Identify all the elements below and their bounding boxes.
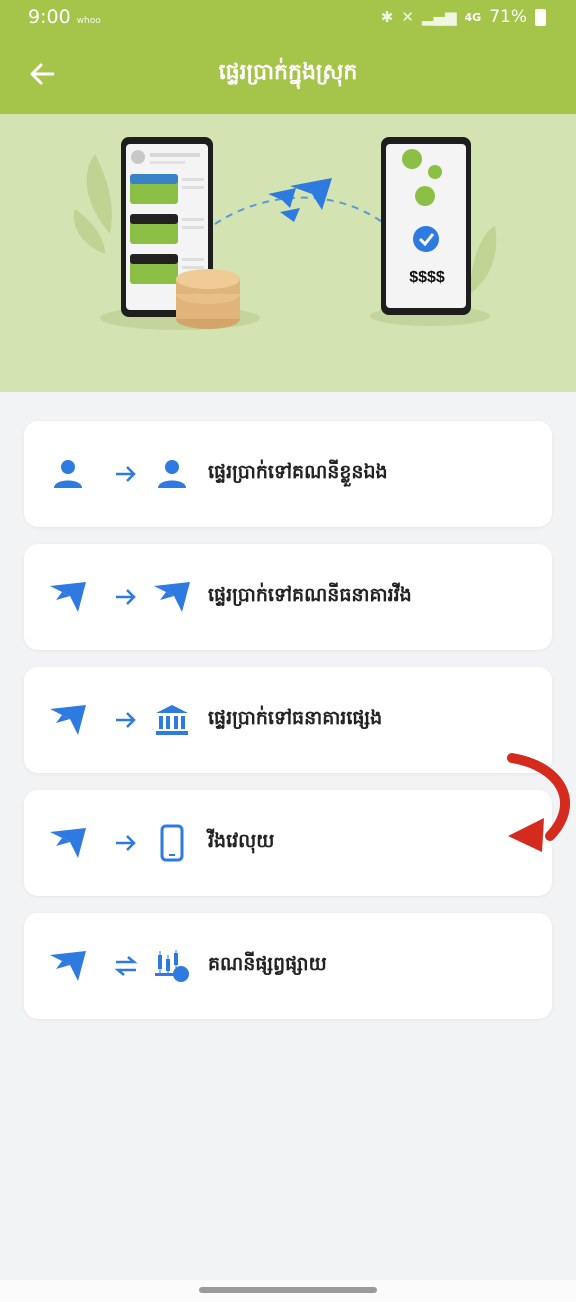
transfer-illustration: $$$$ bbox=[73, 137, 497, 330]
menu-item-promo-account[interactable]: គណនីផ្សព្វផ្សាយ bbox=[24, 913, 552, 1019]
menu-item-label: ផ្ទេរប្រាក់ទៅគណនីខ្លួនឯង bbox=[208, 461, 388, 483]
wing-bird-icon bbox=[46, 698, 90, 742]
coin-stack-icon bbox=[176, 269, 240, 329]
page-title: ផ្ទេរប្រាក់ក្នុងស្រុក bbox=[218, 60, 358, 85]
arrow-right-icon bbox=[104, 452, 148, 496]
bank-icon bbox=[150, 698, 194, 742]
bluetooth-icon: ✱ bbox=[380, 8, 394, 26]
battery-percent: 71% bbox=[489, 7, 527, 27]
carrier-label: whoo bbox=[76, 16, 101, 26]
wing-bird-icon bbox=[150, 575, 194, 619]
menu-item-other-bank[interactable]: ផ្ទេរប្រាក់ទៅធនាគារផ្សេង bbox=[24, 667, 552, 773]
user-icon bbox=[150, 452, 194, 496]
menu-item-label: ផ្ទេរប្រាក់ទៅគណនីធនាគារវីង bbox=[208, 584, 412, 606]
app-bar: ផ្ទេរប្រាក់ក្នុងស្រុក bbox=[0, 34, 576, 114]
leaf-right-icon bbox=[470, 226, 497, 294]
wing-bird-icon bbox=[46, 575, 90, 619]
swap-arrows-icon bbox=[104, 944, 148, 988]
menu-item-wing-money[interactable]: វីងវេលុយ bbox=[24, 790, 552, 896]
leaf-left-icon bbox=[73, 154, 112, 254]
status-bar: 9:00 whoo ✱ ✕ ▂▄▆ 4G 71% bbox=[0, 0, 576, 34]
wing-bird-icon bbox=[46, 821, 90, 865]
wing-bird-icon bbox=[46, 944, 90, 988]
menu-item-own-account[interactable]: ផ្ទេរប្រាក់ទៅគណនីខ្លួនឯង bbox=[24, 421, 552, 527]
back-button[interactable] bbox=[26, 58, 58, 90]
transfer-menu: ផ្ទេរប្រាក់ទៅគណនីខ្លួនឯង ផ្ទេរប្រាក់ទៅគណ… bbox=[24, 421, 552, 1036]
battery-icon bbox=[535, 8, 546, 26]
arrow-right-icon bbox=[104, 821, 148, 865]
arrow-left-icon bbox=[30, 63, 55, 85]
status-time: 9:00 bbox=[28, 6, 71, 28]
network-type: 4G bbox=[464, 10, 482, 24]
home-indicator[interactable] bbox=[199, 1287, 377, 1293]
hero-illustration: $$$$ bbox=[0, 114, 576, 392]
arrow-right-icon bbox=[104, 698, 148, 742]
menu-item-label: វីងវេលុយ bbox=[208, 830, 275, 852]
user-icon bbox=[46, 452, 90, 496]
arrow-right-icon bbox=[104, 575, 148, 619]
menu-item-wing-account[interactable]: ផ្ទេរប្រាក់ទៅគណនីធនាគារវីង bbox=[24, 544, 552, 650]
trading-chart-icon bbox=[150, 944, 194, 988]
menu-item-label: ផ្ទេរប្រាក់ទៅធនាគារផ្សេង bbox=[208, 707, 383, 729]
menu-item-label: គណនីផ្សព្វផ្សាយ bbox=[208, 953, 327, 975]
signal-icon: ▂▄▆ bbox=[421, 8, 457, 26]
mute-icon: ✕ bbox=[401, 8, 414, 26]
amount-text: $$$$ bbox=[409, 269, 445, 286]
phone-icon bbox=[150, 821, 194, 865]
curved-arrow-annotation-icon bbox=[507, 753, 571, 852]
